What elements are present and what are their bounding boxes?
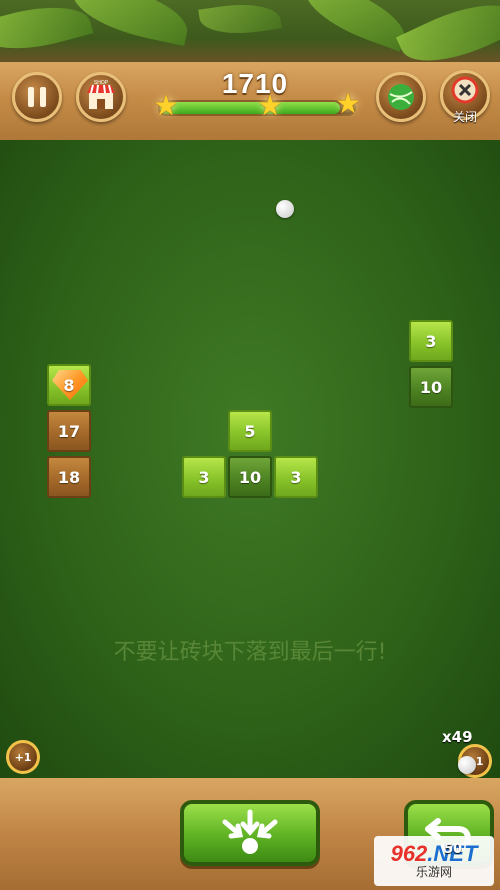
pause-button[interactable] bbox=[12, 72, 62, 122]
undo-cost: 50 bbox=[444, 842, 463, 857]
shop-sign: SHOP bbox=[94, 80, 109, 86]
level-progress-fill bbox=[160, 102, 341, 114]
score-value: 1710 bbox=[221, 68, 289, 99]
game-board[interactable]: 8 17 18 5 3 10 3 3 10 bbox=[0, 140, 500, 780]
hint-text: 不要让砖块下落到最后一行! bbox=[113, 640, 387, 665]
watermark-site-name: 乐游网 bbox=[415, 865, 452, 879]
shop-icon: SHOP bbox=[87, 80, 115, 109]
star-icon: ★ bbox=[335, 87, 361, 120]
brick: 3 bbox=[409, 320, 453, 362]
watermark-number: 962 bbox=[390, 841, 428, 866]
star-icon: ★ bbox=[257, 89, 283, 122]
ball bbox=[276, 200, 294, 218]
leaf-decoration bbox=[296, 0, 414, 52]
leaf-decoration bbox=[0, 0, 94, 62]
green-ball-icon bbox=[388, 84, 414, 110]
leaf-decoration bbox=[198, 0, 282, 40]
pause-icon bbox=[25, 87, 49, 107]
launcher-ball bbox=[458, 756, 476, 774]
brick: 8 bbox=[47, 364, 91, 406]
brick: 10 bbox=[409, 366, 453, 408]
recall-balls-button[interactable] bbox=[180, 800, 320, 866]
brick: 10 bbox=[228, 456, 272, 498]
close-icon bbox=[451, 76, 479, 104]
recall-arrows-icon bbox=[222, 809, 278, 854]
brick: 5 bbox=[228, 410, 272, 452]
ball-count: x49 bbox=[442, 728, 473, 746]
ball-skin-button[interactable] bbox=[376, 72, 426, 122]
brick: 3 bbox=[274, 456, 318, 498]
brick: 18 bbox=[47, 456, 91, 498]
star-icon: ★ bbox=[153, 89, 179, 122]
brick: 17 bbox=[47, 410, 91, 452]
leaf-decoration bbox=[395, 0, 500, 64]
jungle-canopy bbox=[0, 0, 500, 64]
add-ball-left-button[interactable]: +1 bbox=[6, 740, 40, 774]
close-label: 关闭 bbox=[452, 110, 477, 124]
brick: 3 bbox=[182, 456, 226, 498]
site-watermark: 962.NET 乐游网 bbox=[374, 836, 494, 886]
shop-button[interactable]: SHOP bbox=[76, 72, 126, 122]
